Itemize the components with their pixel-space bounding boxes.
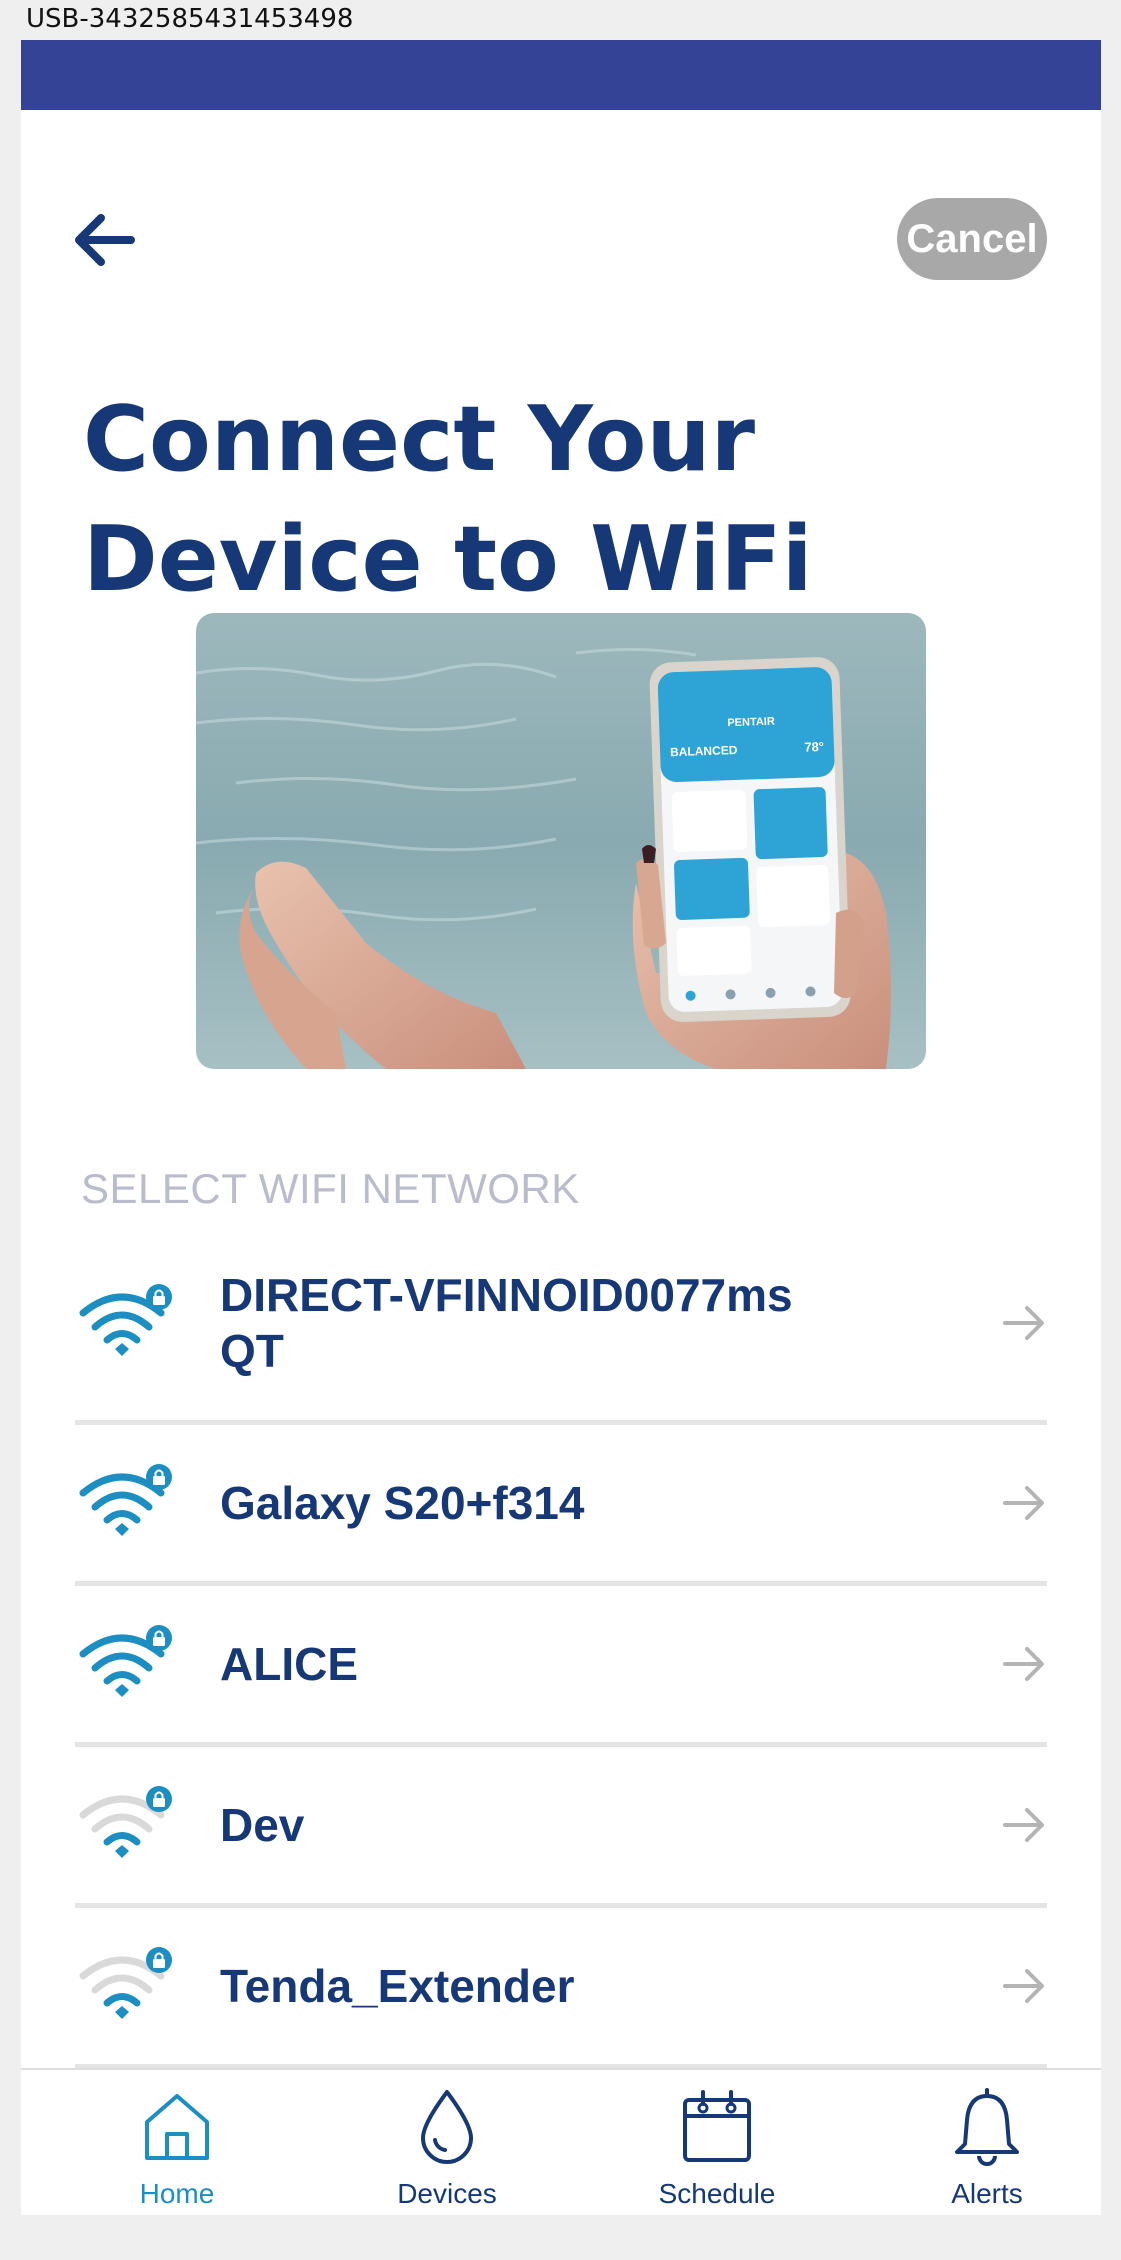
- wifi-network-row[interactable]: Tenda_Extender: [75, 1908, 1047, 2069]
- hero-app-temp: 78°: [804, 739, 824, 755]
- page-title-line-1: Connect Your: [83, 387, 755, 492]
- wifi-secured-icon: [75, 1283, 175, 1363]
- home-icon: [145, 2094, 209, 2160]
- wifi-network-name: Tenda_Extender: [220, 1960, 575, 2012]
- page-title-line-2: Device to WiFi: [83, 507, 813, 612]
- status-bar: [21, 40, 1101, 110]
- nav-home[interactable]: Home: [77, 2070, 277, 2215]
- hero-app-brand: PENTAIR: [727, 716, 775, 730]
- droplet-icon: [421, 2090, 473, 2164]
- bottom-nav: Home Devices Schedule Alerts: [21, 2068, 1101, 2215]
- arrow-right-icon: [1003, 1486, 1044, 1520]
- device-id-label: USB-3432585431453498: [26, 4, 354, 34]
- arrow-right-icon: [1003, 1808, 1044, 1842]
- wifi-network-name: DIRECT-VFINNOID0077ms QT: [220, 1267, 820, 1379]
- wifi-network-name: ALICE: [220, 1638, 358, 1690]
- wifi-network-name-line-2: QT: [220, 1324, 284, 1377]
- wifi-secured-weak-icon: [75, 1946, 175, 2026]
- wifi-network-row[interactable]: DIRECT-VFINNOID0077ms QT: [75, 1225, 1047, 1425]
- wifi-network-name-line-1: DIRECT-VFINNOID0077ms: [220, 1268, 793, 1321]
- wifi-secured-icon: [75, 1463, 175, 1543]
- arrow-right-icon: [1003, 1647, 1044, 1681]
- wifi-secured-icon: [75, 1624, 175, 1704]
- back-button[interactable]: [69, 205, 139, 275]
- nav-schedule[interactable]: Schedule: [617, 2070, 817, 2215]
- wifi-network-list: DIRECT-VFINNOID0077ms QT Galaxy S20+f314…: [75, 1225, 1047, 2069]
- bell-icon: [955, 2088, 1019, 2166]
- hero-illustration: PENTAIR BALANCED 78°: [196, 613, 926, 1069]
- nav-alerts[interactable]: Alerts: [887, 2070, 1087, 2215]
- page-title: Connect Your Device to WiFi: [83, 380, 983, 620]
- section-label: SELECT WIFI NETWORK: [81, 1165, 580, 1212]
- wifi-network-row[interactable]: ALICE: [75, 1586, 1047, 1747]
- app-screen: Cancel Connect Your Device to WiFi PENTA…: [21, 40, 1101, 2215]
- hero-image: PENTAIR BALANCED 78°: [196, 613, 926, 1069]
- wifi-network-name: Galaxy S20+f314: [220, 1477, 585, 1529]
- wifi-network-name: Dev: [220, 1799, 305, 1851]
- nav-home-label: Home: [139, 2178, 215, 2209]
- arrow-left-icon: [75, 214, 135, 266]
- calendar-icon: [683, 2090, 751, 2162]
- wifi-network-row[interactable]: Dev: [75, 1747, 1047, 1908]
- nav-devices[interactable]: Devices: [347, 2070, 547, 2215]
- wifi-network-row[interactable]: Galaxy S20+f314: [75, 1425, 1047, 1586]
- hero-app-status: BALANCED: [670, 743, 738, 759]
- arrow-right-icon: [1003, 1305, 1044, 1340]
- wifi-secured-weak-icon: [75, 1785, 175, 1865]
- arrow-right-icon: [1003, 1969, 1044, 2003]
- cancel-button[interactable]: Cancel: [897, 198, 1047, 280]
- nav-devices-label: Devices: [397, 2178, 497, 2209]
- nav-alerts-label: Alerts: [951, 2178, 1023, 2209]
- nav-schedule-label: Schedule: [658, 2178, 776, 2209]
